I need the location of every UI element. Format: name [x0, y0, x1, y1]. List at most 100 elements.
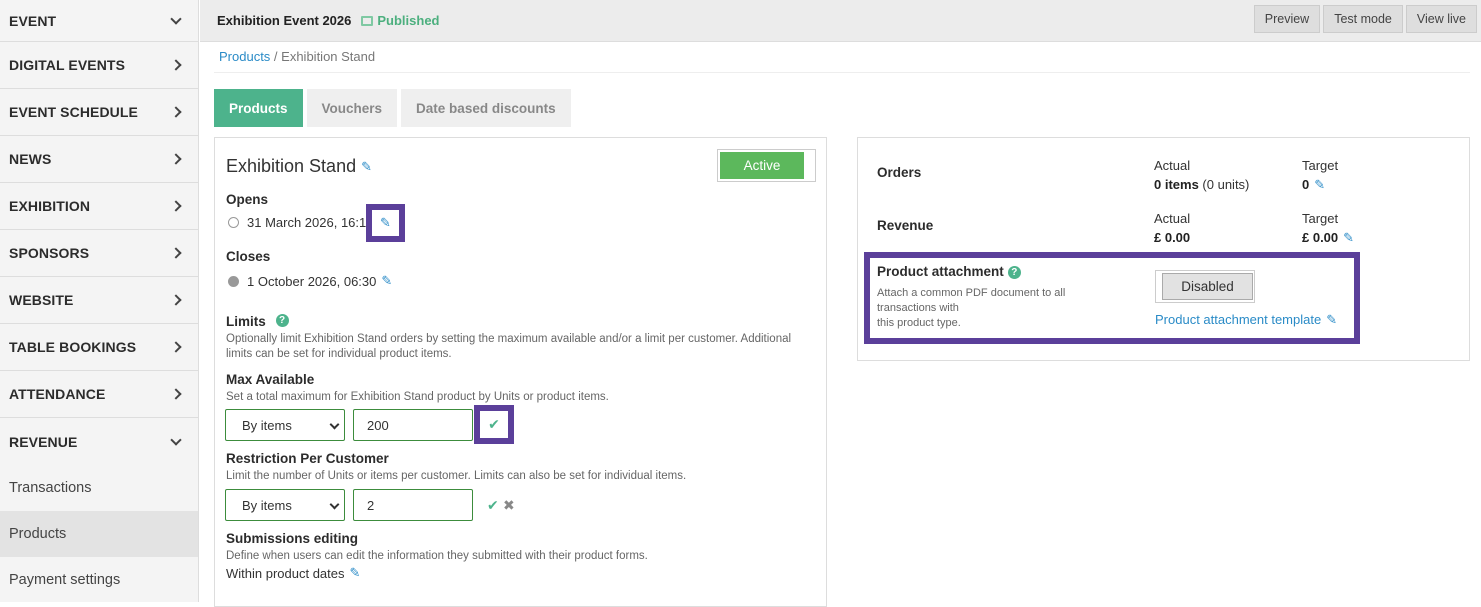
sidebar-subitem-products[interactable]: Products	[0, 511, 198, 557]
monitor-icon	[361, 15, 374, 26]
edit-pencil-icon[interactable]: ✎	[361, 159, 372, 175]
chevron-down-icon	[170, 433, 182, 446]
close-icon[interactable]: ✖	[503, 497, 515, 514]
chevron-down-icon	[170, 12, 182, 25]
attachment-template-link[interactable]: Product attachment template	[1155, 312, 1321, 327]
chevron-right-icon	[170, 388, 182, 400]
sidebar-item-exhibition[interactable]: EXHIBITION	[0, 183, 198, 230]
active-toggle-label: Active	[720, 152, 804, 179]
divider	[214, 72, 1470, 73]
closes-row: 1 October 2026, 06:30 ✎	[228, 273, 392, 289]
product-attachment-label: Product attachment?	[877, 264, 1021, 279]
chevron-right-icon	[170, 106, 182, 118]
help-icon[interactable]: ?	[1007, 265, 1021, 279]
sidebar-item-event[interactable]: EVENT	[0, 0, 198, 42]
top-bar: Exhibition Event 2026 Published Preview …	[200, 0, 1481, 42]
sidebar-item-sponsors[interactable]: SPONSORS	[0, 230, 198, 277]
sidebar-item-event-schedule[interactable]: EVENT SCHEDULE	[0, 89, 198, 136]
chevron-right-icon	[170, 200, 182, 212]
active-toggle[interactable]: Active	[717, 149, 816, 182]
edit-pencil-icon[interactable]: ✎	[1343, 228, 1354, 247]
sidebar-item-label: EXHIBITION	[9, 198, 91, 214]
limits-help: Optionally limit Exhibition Stand orders…	[226, 333, 792, 360]
limits-label-text: Limits	[226, 314, 266, 329]
event-title: Exhibition Event 2026	[217, 13, 352, 28]
sidebar: EVENT DIGITAL EVENTS EVENT SCHEDULE NEWS…	[0, 0, 199, 602]
radio-icon[interactable]	[228, 217, 239, 228]
attachment-toggle[interactable]: Disabled	[1155, 270, 1255, 303]
edit-pencil-icon[interactable]: ✎	[1314, 175, 1325, 194]
chevron-down-icon	[329, 499, 340, 510]
sidebar-item-website[interactable]: WEBSITE	[0, 277, 198, 324]
help-line: Attach a common PDF document to all	[877, 287, 1066, 299]
product-details-panel: Exhibition Stand ✎ Active Opens 31 March…	[214, 137, 827, 607]
restriction-help: Limit the number of Units or items per c…	[226, 470, 687, 482]
orders-actual-value: 0 items	[1154, 177, 1199, 192]
closes-value: 1 October 2026, 06:30	[247, 273, 377, 289]
help-line: transactions with	[877, 302, 959, 314]
sidebar-subitem-payment-settings[interactable]: Payment settings	[0, 557, 198, 603]
tab-date-based-discounts[interactable]: Date based discounts	[401, 89, 571, 127]
revenue-target: Target £ 0.00 ✎	[1302, 209, 1354, 247]
restriction-input[interactable]: 2	[353, 489, 473, 521]
orders-actual-label: Actual	[1154, 158, 1191, 173]
sidebar-item-table-bookings[interactable]: TABLE BOOKINGS	[0, 324, 198, 371]
help-line: this product type.	[877, 317, 961, 329]
sidebar-item-label: REVENUE	[9, 433, 78, 450]
tab-products[interactable]: Products	[214, 89, 303, 127]
preview-button[interactable]: Preview	[1253, 5, 1321, 33]
chevron-right-icon	[170, 59, 182, 71]
submissions-value: Within product dates	[226, 565, 345, 581]
sidebar-item-label: WEBSITE	[9, 292, 74, 308]
orders-target-label: Target	[1302, 158, 1339, 173]
max-available-save-button[interactable]: ✔	[474, 405, 514, 444]
edit-pencil-icon: ✎	[380, 215, 391, 230]
sidebar-item-label: SPONSORS	[9, 245, 90, 261]
product-title-text: Exhibition Stand	[226, 156, 357, 176]
attachment-template-row: Product attachment template ✎	[1155, 311, 1337, 329]
test-mode-button[interactable]: Test mode	[1323, 5, 1403, 33]
top-buttons: Preview Test mode View live	[1253, 5, 1477, 33]
restriction-label: Restriction Per Customer	[226, 451, 389, 466]
breadcrumb-link-products[interactable]: Products	[219, 49, 270, 64]
select-value: By items	[242, 497, 292, 513]
status-label: Published	[377, 13, 440, 28]
chevron-right-icon	[170, 153, 182, 165]
view-live-button[interactable]: View live	[1405, 5, 1477, 33]
submissions-label: Submissions editing	[226, 531, 359, 546]
product-title: Exhibition Stand ✎	[226, 156, 372, 177]
edit-pencil-icon[interactable]: ✎	[381, 273, 392, 289]
chevron-right-icon	[170, 294, 182, 306]
product-stats-panel: Orders Actual 0 items (0 units) Target 0…	[857, 137, 1470, 361]
closes-label: Closes	[226, 249, 271, 264]
opens-edit-button[interactable]: ✎	[366, 204, 405, 242]
product-attachment-section: Product attachment? Attach a common PDF …	[864, 252, 1360, 344]
tab-vouchers[interactable]: Vouchers	[306, 89, 398, 127]
sidebar-item-news[interactable]: NEWS	[0, 136, 198, 183]
product-attachment-label-text: Product attachment	[877, 264, 1004, 279]
max-available-type-select[interactable]: By items	[225, 409, 345, 441]
check-icon[interactable]: ✔	[487, 497, 499, 514]
opens-label: Opens	[226, 192, 269, 207]
select-value: By items	[242, 417, 292, 433]
edit-pencil-icon[interactable]: ✎	[350, 565, 361, 581]
revenue-label: Revenue	[877, 218, 934, 233]
revenue-actual-label: Actual	[1154, 211, 1191, 226]
revenue-actual: Actual £ 0.00	[1154, 209, 1190, 247]
submissions-row: Within product dates ✎	[226, 565, 360, 581]
status-badge: Published	[361, 13, 440, 28]
restriction-type-select[interactable]: By items	[225, 489, 345, 521]
sidebar-subitem-transactions[interactable]: Transactions	[0, 465, 198, 511]
edit-pencil-icon[interactable]: ✎	[1326, 312, 1337, 328]
opens-row: 31 March 2026, 16:1	[228, 215, 366, 230]
sidebar-item-label: DIGITAL EVENTS	[9, 57, 126, 73]
help-icon[interactable]: ?	[275, 314, 289, 327]
orders-target-value: 0	[1302, 177, 1310, 192]
sidebar-item-revenue[interactable]: REVENUE	[0, 418, 198, 465]
orders-label: Orders	[877, 165, 922, 180]
product-attachment-help: Attach a common PDF document to all tran…	[877, 286, 1065, 331]
radio-icon[interactable]	[228, 275, 239, 287]
max-available-input[interactable]: 200	[353, 409, 473, 441]
sidebar-item-digital-events[interactable]: DIGITAL EVENTS	[0, 42, 198, 89]
sidebar-item-attendance[interactable]: ATTENDANCE	[0, 371, 198, 418]
